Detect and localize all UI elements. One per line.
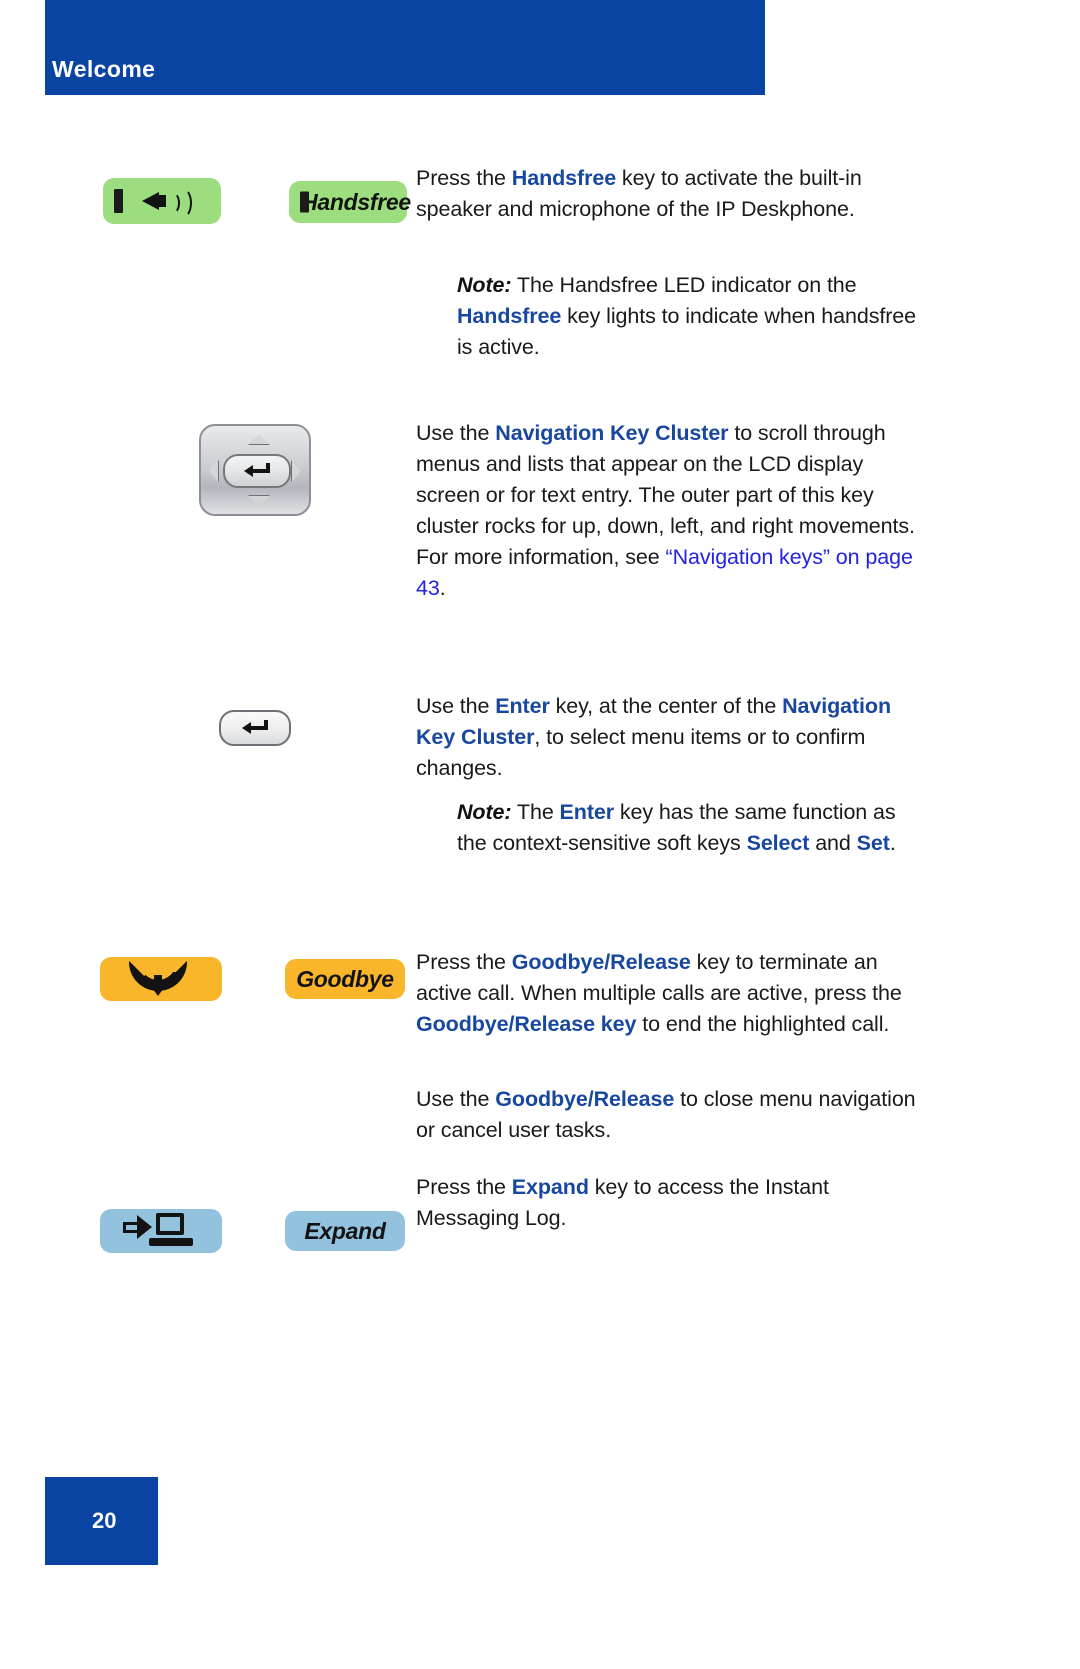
note-label: Note: [457, 273, 512, 297]
select-softkey-name: Select [746, 831, 810, 855]
page-title: Welcome [52, 56, 156, 82]
enter-paragraph-run-3: key, at the center of the [549, 694, 783, 718]
goodbye-paragraph-run-1: Press the [416, 950, 512, 974]
navigation-key-cluster-name: Navigation Key Cluster [495, 421, 729, 445]
arrow-left-icon [209, 460, 218, 482]
page-number: 20 [92, 1508, 117, 1533]
goodbye-release-keycap [100, 957, 222, 1001]
led-indicator-icon [300, 191, 309, 213]
goodbye-release-key-name: Goodbye/Release [495, 1087, 675, 1111]
goodbye-paragraph-1: Press the Goodbye/Release key to termina… [416, 947, 932, 1040]
page-canvas: Welcome Handsfree Press the Handsfree ke… [0, 0, 1080, 1669]
goodbye-release-key-name: Goodbye/Release key [416, 1012, 637, 1036]
goodbye-release-key-name: Goodbye/Release [511, 950, 691, 974]
enter-key-name: Enter [495, 694, 550, 718]
navigation-paragraph-run-5: . [439, 576, 446, 600]
enter-arrow-icon [242, 719, 268, 737]
handsfree-note-run-2: The Handsfree LED indicator on the [511, 273, 857, 297]
goodbye-labeled-keycap: Goodbye [285, 959, 405, 999]
note-label: Note: [457, 800, 512, 824]
expand-keycap [100, 1209, 222, 1253]
enter-note-run-8: . [889, 831, 896, 855]
expand-paragraph-run-1: Press the [416, 1175, 512, 1199]
enter-note-run-6: and [809, 831, 857, 855]
handsfree-note: Note: The Handsfree LED indicator on the… [457, 270, 925, 363]
enter-paragraph-run-1: Use the [416, 694, 496, 718]
expand-to-pc-icon [123, 1211, 199, 1251]
set-softkey-name: Set [856, 831, 890, 855]
handsfree-labeled-keycap: Handsfree [289, 181, 411, 223]
goodbye-paragraph-run-5: to end the highlighted call. [636, 1012, 890, 1036]
handsfree-paragraph-run-1: Press the [416, 166, 512, 190]
enter-key-center [223, 454, 291, 488]
handsfree-key-name: Handsfree [511, 166, 617, 190]
goodbye-keycap-label: Goodbye [296, 965, 394, 992]
navigation-paragraph-run-1: Use the [416, 421, 496, 445]
enter-note-run-2: The [511, 800, 560, 824]
handsfree-key-name: Handsfree [457, 304, 562, 328]
navigation-paragraph: Use the Navigation Key Cluster to scroll… [416, 418, 926, 604]
arrow-down-icon [248, 496, 270, 505]
handsfree-paragraph: Press the Handsfree key to activate the … [416, 163, 926, 225]
enter-paragraph: Use the Enter key, at the center of the … [416, 691, 926, 784]
arrow-up-icon [248, 435, 270, 444]
expand-paragraph: Press the Expand key to access the Insta… [416, 1172, 936, 1234]
goodbye-paragraph-2: Use the Goodbye/Release to close menu na… [416, 1084, 926, 1146]
speaker-icon [140, 185, 202, 218]
enter-note: Note: The Enter key has the same functio… [457, 797, 925, 859]
enter-key-name: Enter [559, 800, 615, 824]
handsfree-led-keycap [103, 178, 221, 224]
handset-down-icon [129, 961, 193, 997]
arrow-right-icon [292, 460, 301, 482]
led-indicator-icon [114, 189, 123, 213]
handsfree-keycap-label: Handsfree [301, 188, 411, 215]
expand-labeled-keycap: Expand [285, 1211, 405, 1251]
goodbye-paragraph2-run-1: Use the [416, 1087, 496, 1111]
navigation-key-cluster-icon [199, 424, 311, 516]
expand-keycap-label: Expand [304, 1217, 386, 1244]
enter-arrow-icon [244, 462, 270, 480]
expand-key-name: Expand [511, 1175, 589, 1199]
enter-keycap [219, 710, 291, 746]
